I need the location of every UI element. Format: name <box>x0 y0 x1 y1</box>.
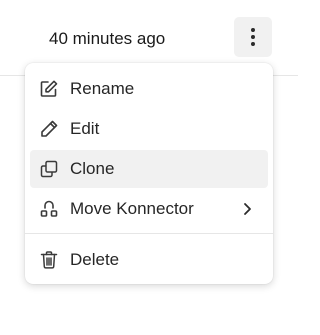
last-updated-timestamp: 40 minutes ago <box>49 29 166 48</box>
menu-item-label: Move Konnector <box>70 199 194 218</box>
page: 40 minutes ago Rename Edit Clone Move Ko… <box>0 0 298 335</box>
menu-item-rename[interactable]: Rename <box>30 70 268 108</box>
clone-icon <box>39 159 59 179</box>
pencil-icon <box>39 119 59 139</box>
menu-item-delete[interactable]: Delete <box>30 241 268 279</box>
more-vertical-icon <box>250 27 256 47</box>
menu-item-label: Clone <box>70 159 115 178</box>
rename-icon <box>39 79 59 99</box>
menu-item-label: Edit <box>70 119 100 138</box>
options-menu: Rename Edit Clone Move Konnector Delete <box>25 63 273 284</box>
more-options-button[interactable] <box>234 17 272 57</box>
menu-item-edit[interactable]: Edit <box>30 110 268 148</box>
menu-item-move-konnector[interactable]: Move Konnector <box>30 190 268 228</box>
trash-icon <box>39 250 59 270</box>
menu-divider <box>25 233 273 234</box>
chevron-right-icon <box>240 201 254 217</box>
menu-item-clone[interactable]: Clone <box>30 150 268 188</box>
menu-item-label: Delete <box>70 250 120 269</box>
menu-item-label: Rename <box>70 79 135 98</box>
move-icon <box>39 199 59 219</box>
